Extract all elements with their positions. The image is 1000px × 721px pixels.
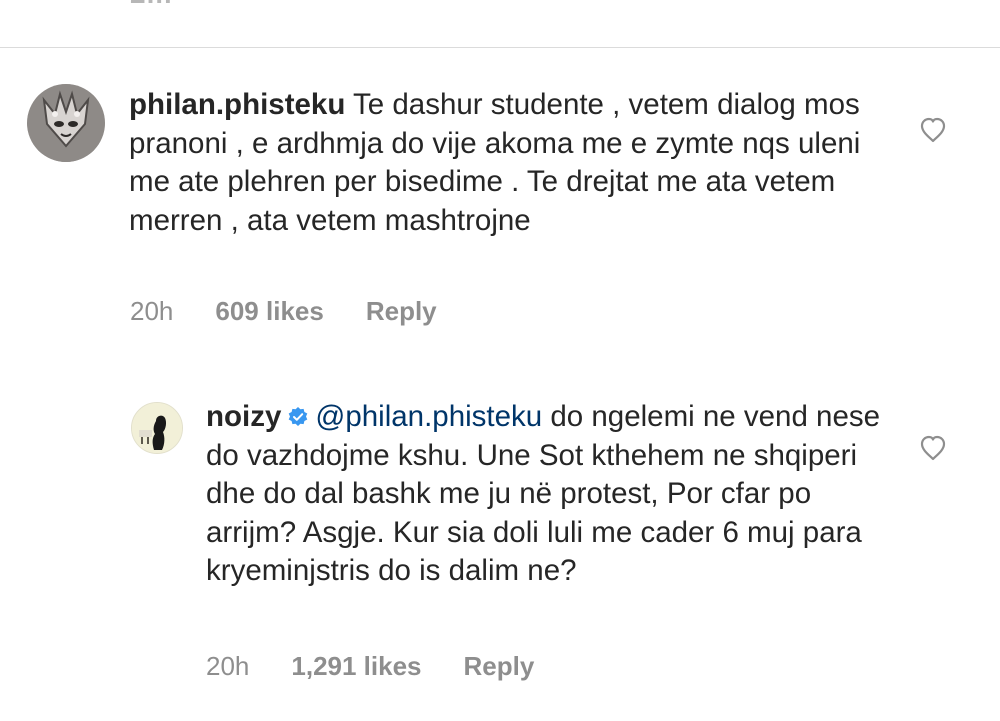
- user-avatar[interactable]: [131, 402, 183, 454]
- comment-username[interactable]: noizy: [206, 400, 281, 433]
- comment-meta: 20h 609 likes Reply: [130, 296, 437, 327]
- previous-comment-timestamp: 2m: [130, 0, 172, 10]
- comment-likes[interactable]: 609 likes: [215, 296, 323, 327]
- comment-likes[interactable]: 1,291 likes: [291, 651, 421, 682]
- mention-link[interactable]: @philan.phisteku: [315, 400, 542, 433]
- reply-button[interactable]: Reply: [366, 296, 437, 327]
- heart-outline-icon[interactable]: [919, 117, 947, 143]
- comment-time: 20h: [130, 296, 174, 326]
- reply-button[interactable]: Reply: [464, 651, 535, 682]
- comment-text: noizy @philan.phisteku do ngelemi ne ven…: [206, 398, 896, 591]
- person-photo-icon: [132, 403, 182, 453]
- comment-body: do ngelemi ne vend nese do vazhdojme ksh…: [206, 400, 881, 587]
- carnival-mask-icon: [27, 84, 105, 162]
- comment-time: 20h: [206, 651, 250, 681]
- comment-text: philan.phisteku Te dashur studente , vet…: [129, 86, 889, 240]
- heart-outline-icon[interactable]: [919, 435, 947, 461]
- user-avatar[interactable]: [27, 84, 105, 162]
- verified-badge-icon: [287, 400, 309, 426]
- comment-username[interactable]: philan.phisteku: [129, 88, 345, 121]
- comment-meta: 20h 1,291 likes Reply: [206, 651, 534, 682]
- section-divider: [0, 47, 1000, 48]
